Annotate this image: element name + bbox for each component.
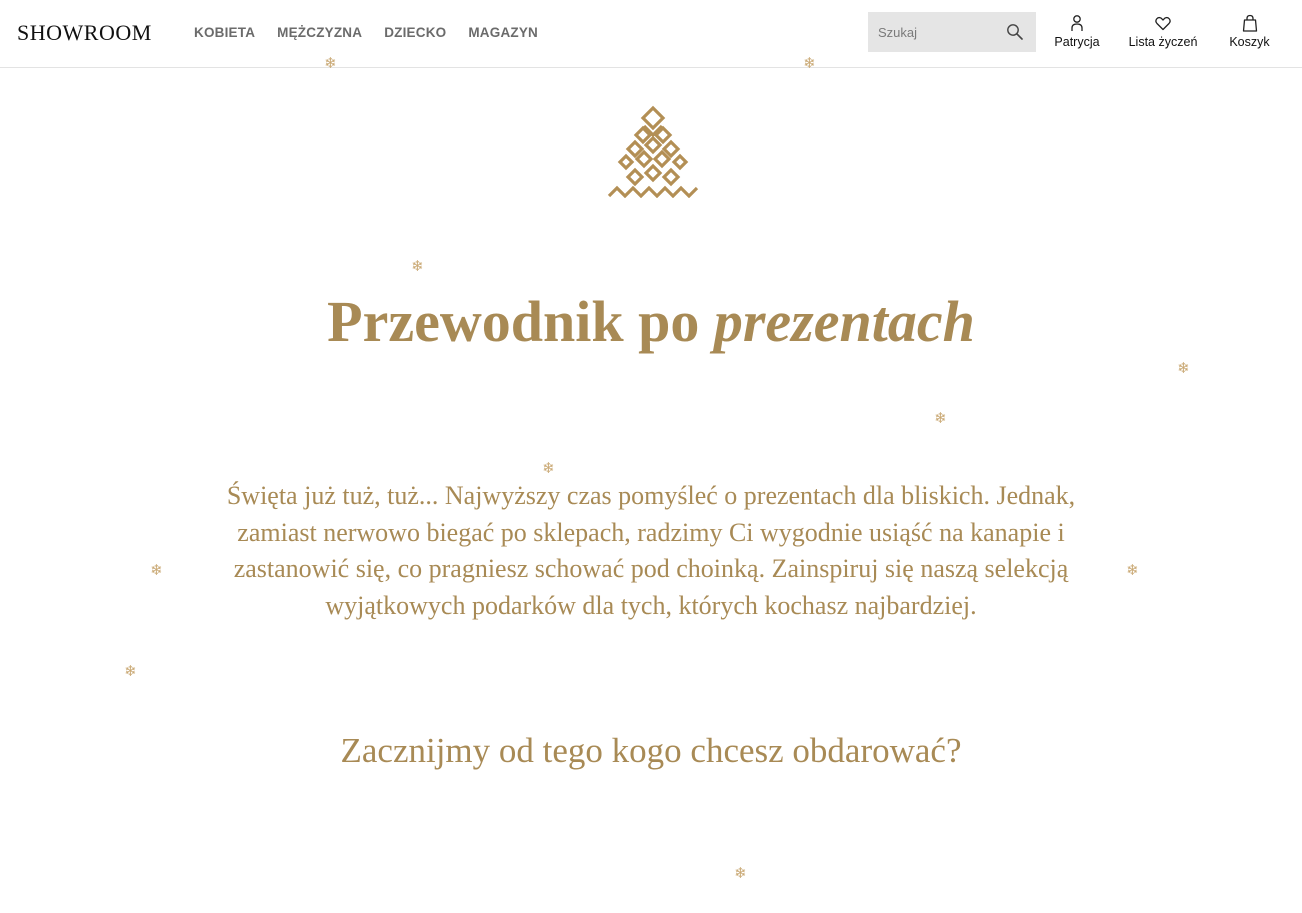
- snowflake-icon: ❄: [542, 459, 555, 477]
- cart-link[interactable]: Koszyk: [1229, 14, 1270, 50]
- page-title: Przewodnik po prezentach: [0, 287, 1302, 357]
- snowflake-icon: ❄: [150, 561, 163, 579]
- user-icon: [1071, 15, 1083, 31]
- nav-item-mezczyzna[interactable]: MĘŻCZYZNA: [277, 24, 362, 42]
- account-link[interactable]: Patrycja: [1053, 14, 1101, 50]
- recipient-question: Zacznijmy od tego kogo chcesz obdarować?: [340, 731, 962, 770]
- snowflake-icon: ❄: [1177, 359, 1190, 377]
- snowflake-icon: ❄: [1126, 561, 1139, 579]
- search-box: [868, 12, 1036, 52]
- main-nav: KOBIETA MĘŻCZYZNA DZIECKO MAGAZYN: [194, 24, 538, 42]
- intro-text: Święta już tuż, tuż... Najwyższy czas po…: [226, 481, 1076, 620]
- snowflake-icon: ❄: [803, 54, 816, 72]
- title-regular: Przewodnik po: [327, 289, 714, 354]
- gift-guide-main: Przewodnik po prezentach Święta już tuż,…: [0, 69, 1302, 913]
- snowflake-icon: ❄: [734, 864, 747, 882]
- snowflake-icon: ❄: [934, 409, 947, 427]
- christmas-tree-icon: [607, 105, 699, 198]
- nav-item-kobieta[interactable]: KOBIETA: [194, 24, 255, 42]
- bag-icon: [1242, 14, 1257, 32]
- site-header: SHOWROOM KOBIETA MĘŻCZYZNA DZIECKO MAGAZ…: [0, 0, 1302, 68]
- showroom-logo[interactable]: SHOWROOM: [17, 20, 152, 46]
- wishlist-label: Lista życzeń: [1128, 35, 1198, 49]
- nav-item-dziecko[interactable]: DZIECKO: [384, 24, 446, 42]
- snowflake-icon: ❄: [411, 257, 424, 275]
- search-input[interactable]: [868, 12, 998, 52]
- cart-label: Koszyk: [1229, 35, 1270, 49]
- title-italic: prezentach: [713, 289, 975, 354]
- wishlist-link[interactable]: Lista życzeń: [1128, 14, 1198, 50]
- heart-icon: [1155, 16, 1171, 31]
- search-icon[interactable]: [1006, 23, 1024, 41]
- snowflake-icon: ❄: [124, 662, 137, 680]
- snowflake-icon: ❄: [324, 54, 337, 72]
- account-label: Patrycja: [1054, 35, 1100, 49]
- nav-item-magazyn[interactable]: MAGAZYN: [468, 24, 538, 42]
